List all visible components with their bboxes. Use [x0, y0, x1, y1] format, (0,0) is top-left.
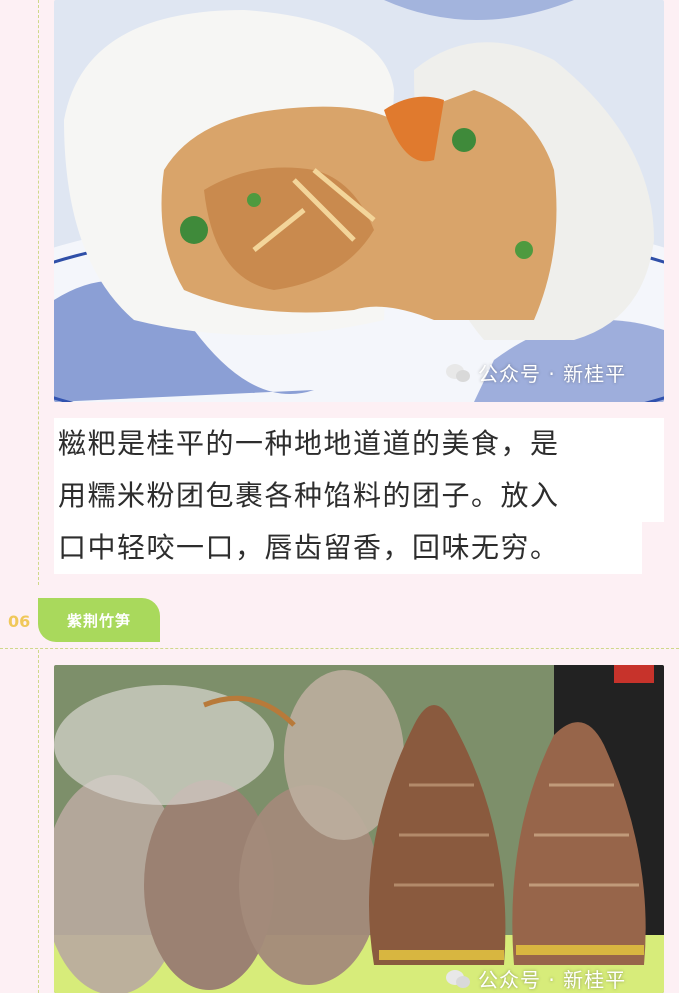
watermark-text: 公众号 · 新桂平	[478, 968, 627, 992]
left-guide-line-2	[38, 650, 39, 993]
left-guide-line	[38, 0, 39, 585]
section-number: 06	[8, 612, 31, 631]
watermark-2: 公众号 · 新桂平	[446, 964, 626, 993]
caption-line-1: 糍粑是桂平的一种地地道道的美食，是	[54, 418, 664, 470]
ciba-caption: 糍粑是桂平的一种地地道道的美食，是 用糯米粉团包裹各种馅料的团子。放入 口中轻咬…	[54, 418, 664, 574]
wechat-icon	[446, 363, 472, 383]
watermark-1: 公众号 · 新桂平	[446, 358, 626, 387]
caption-line-2: 用糯米粉团包裹各种馅料的团子。放入	[54, 470, 664, 522]
section-title-badge: 紫荆竹笋	[38, 598, 160, 642]
section-divider-line	[0, 648, 679, 649]
ciba-photo	[54, 0, 664, 402]
wechat-icon	[446, 969, 472, 989]
caption-line-3: 口中轻咬一口，唇齿留香，回味无穷。	[54, 522, 642, 574]
watermark-text: 公众号 · 新桂平	[478, 362, 627, 386]
bamboo-shoots-photo	[54, 665, 664, 993]
